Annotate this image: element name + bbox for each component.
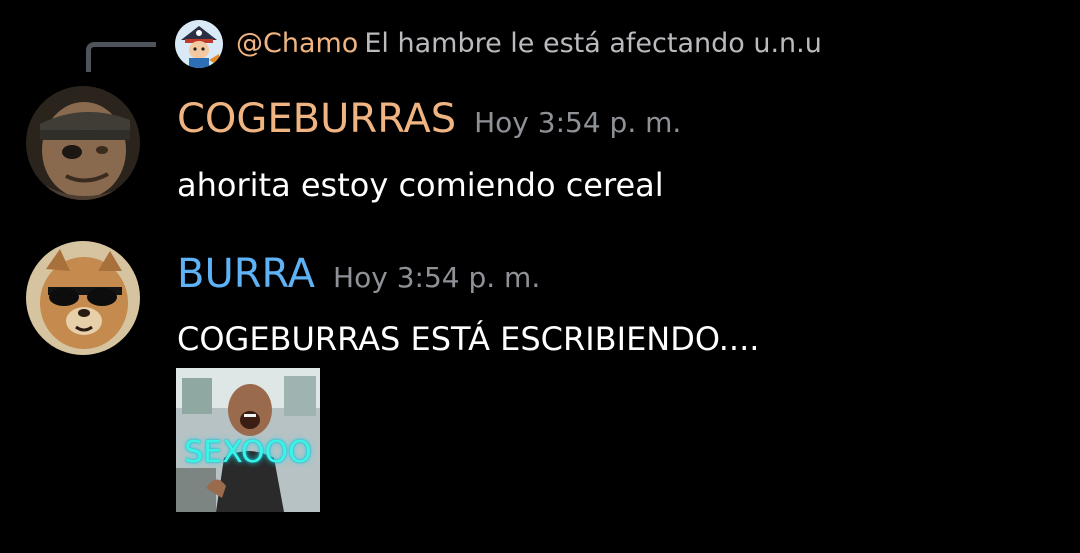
reply-message-text: El hambre le está afectando u.n.u — [364, 28, 822, 59]
reply-reference[interactable]: @Chamo El hambre le está afectando u.n.u — [0, 0, 1080, 75]
message-header: BURRA Hoy 3:54 p. m. — [177, 250, 540, 298]
soldier-avatar-icon[interactable] — [26, 86, 140, 200]
gif-caption: SEXOOO — [184, 435, 312, 470]
reply-connector-line — [86, 42, 156, 72]
reply-mention[interactable]: @Chamo — [236, 28, 358, 59]
username[interactable]: BURRA — [177, 251, 315, 297]
gif-attachment[interactable]: SEXOOO — [176, 368, 320, 512]
pirate-avatar-icon[interactable] — [175, 20, 223, 68]
message-text: COGEBURRAS ESTÁ ESCRIBIENDO.... — [177, 320, 760, 358]
reply-preview: @Chamo El hambre le está afectando u.n.u — [236, 26, 822, 62]
message-header: COGEBURRAS Hoy 3:54 p. m. — [177, 95, 681, 143]
dog-sunglasses-avatar-icon[interactable] — [26, 241, 140, 355]
message-text: ahorita estoy comiendo cereal — [177, 166, 664, 204]
timestamp: Hoy 3:54 p. m. — [333, 261, 541, 294]
timestamp: Hoy 3:54 p. m. — [474, 106, 682, 139]
chat-view: @Chamo El hambre le está afectando u.n.u … — [0, 0, 1080, 553]
username[interactable]: COGEBURRAS — [177, 96, 456, 142]
